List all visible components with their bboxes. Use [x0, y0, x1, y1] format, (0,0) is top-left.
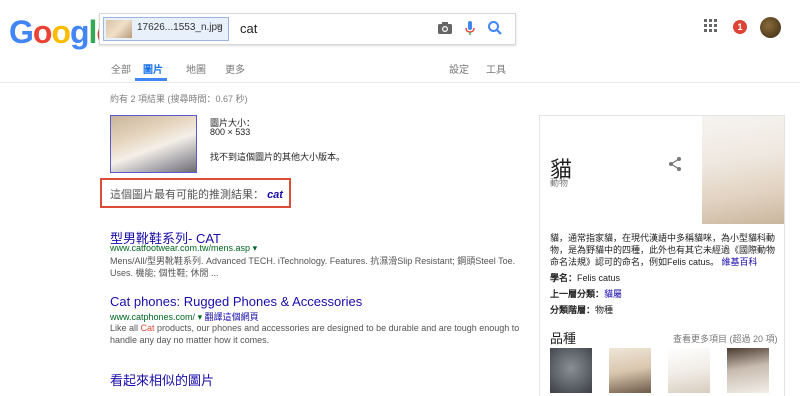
breed-thumbnail[interactable] [609, 348, 651, 393]
chevron-down-icon[interactable]: ▾ [253, 243, 258, 253]
microphone-icon[interactable] [460, 18, 480, 38]
google-logo[interactable]: Google [9, 14, 114, 51]
logo-letter: G [9, 14, 34, 50]
notification-badge[interactable]: 1 [733, 20, 747, 34]
tab-all[interactable]: 全部 [111, 61, 131, 76]
query-image-preview[interactable] [110, 115, 197, 173]
snippet-line: Like all Cat products, our phones and ac… [110, 322, 530, 334]
result-url-text: www.catphones.com/ [110, 312, 196, 322]
result-title-link[interactable]: Cat phones: Rugged Phones & Accessories [110, 294, 362, 309]
logo-letter: l [88, 14, 98, 50]
image-size-value: 800 × 533 [210, 127, 251, 137]
kp-fact-link[interactable]: 貓屬 [604, 289, 622, 299]
kp-fact-row: 上一層分類：貓屬 [550, 287, 622, 300]
snippet-line: Mens/All/型男靴鞋系列. Advanced TECH. iTechnol… [110, 256, 516, 266]
snippet-text: Like all [110, 323, 141, 333]
kp-fact-row: 分類階層：物種 [550, 303, 613, 316]
logo-letter: o [32, 14, 53, 50]
breed-thumbnail[interactable] [668, 348, 710, 393]
snippet-line: handle any day no matter how it comes. [110, 335, 270, 345]
result-url-text: www.catfootwear.com.tw/mens.asp [110, 243, 251, 253]
close-icon[interactable]: × [216, 21, 222, 33]
avatar[interactable] [760, 17, 781, 38]
share-icon[interactable] [667, 156, 683, 172]
best-guess-link[interactable]: cat [267, 189, 283, 201]
best-guess-prefix: 這個圖片最有可能的推測結果： [110, 189, 264, 201]
breed-thumbnail[interactable] [727, 348, 769, 393]
tab-images[interactable]: 圖片 [143, 61, 163, 76]
chip-filename: 17626...1553_n.jpg [137, 22, 223, 33]
active-tab-indicator [135, 78, 167, 81]
result-snippet: Like all Cat products, our phones and ac… [110, 322, 530, 346]
tab-more[interactable]: 更多 [225, 61, 245, 76]
kp-fact-label: 上一層分類： [550, 289, 605, 299]
kp-fact-label: 學名： [550, 273, 578, 283]
search-input[interactable]: cat [240, 21, 257, 36]
kp-fact-value: Felis catus [577, 273, 621, 283]
logo-letter: o [51, 14, 71, 50]
similar-images-link[interactable]: 看起來相似的圖片 [110, 370, 214, 389]
result-stats: 約有 2 項結果 (搜尋時間：0.67 秒) [110, 94, 248, 104]
no-other-sizes-text: 找不到這個圖片的其他大小版本。 [210, 152, 346, 162]
result-snippet: Mens/All/型男靴鞋系列. Advanced TECH. iTechnol… [110, 255, 530, 279]
logo-letter: g [69, 14, 90, 50]
kp-description: 貓，通常指家貓，在現代漢語中多稱貓咪，為小型貓科動物，是為野貓中的四種，此外也有… [550, 232, 780, 268]
kp-source-link[interactable]: 維基百科 [722, 257, 758, 267]
chevron-down-icon[interactable]: ▾ [198, 312, 203, 322]
tab-settings[interactable]: 設定 [449, 61, 469, 76]
search-box[interactable]: 17626...1553_n.jpg × cat [99, 13, 516, 45]
kp-fact-row: 學名：Felis catus [550, 271, 620, 284]
kp-breeds-heading: 品種 [550, 331, 577, 346]
apps-grid-icon[interactable] [704, 19, 718, 33]
kp-see-more-link[interactable]: 查看更多項目 (超過 20 項) [673, 332, 778, 345]
kp-main-image[interactable] [702, 116, 784, 224]
best-guess-text: 這個圖片最有可能的推測結果： cat [110, 186, 283, 202]
kp-subtitle: 動物 [550, 178, 569, 188]
result-url: www.catfootwear.com.tw/mens.asp ▾ [110, 243, 257, 254]
camera-icon[interactable] [435, 18, 455, 38]
breed-thumbnail[interactable] [550, 348, 592, 393]
best-guess-highlight: 這個圖片最有可能的推測結果： cat [100, 178, 291, 208]
search-icon[interactable] [485, 18, 505, 38]
translate-link[interactable]: 翻譯這個網頁 [205, 312, 259, 322]
snippet-text: products, our phones and accessories are… [154, 323, 520, 333]
knowledge-panel: 貓 動物 貓，通常指家貓，在現代漢語中多稱貓咪，為小型貓科動物，是為野貓中的四種… [539, 115, 785, 396]
kp-fact-label: 分類階層： [550, 305, 596, 315]
snippet-highlight: Cat [140, 323, 155, 333]
tab-maps[interactable]: 地圖 [186, 61, 206, 76]
tab-tools[interactable]: 工具 [486, 61, 506, 76]
image-query-chip[interactable]: 17626...1553_n.jpg × [103, 17, 229, 41]
snippet-line: Uses. 機能; 個性鞋; 休閒 ... [110, 268, 219, 278]
query-image-thumbnail [106, 20, 132, 38]
kp-fact-value: 物種 [595, 305, 614, 315]
